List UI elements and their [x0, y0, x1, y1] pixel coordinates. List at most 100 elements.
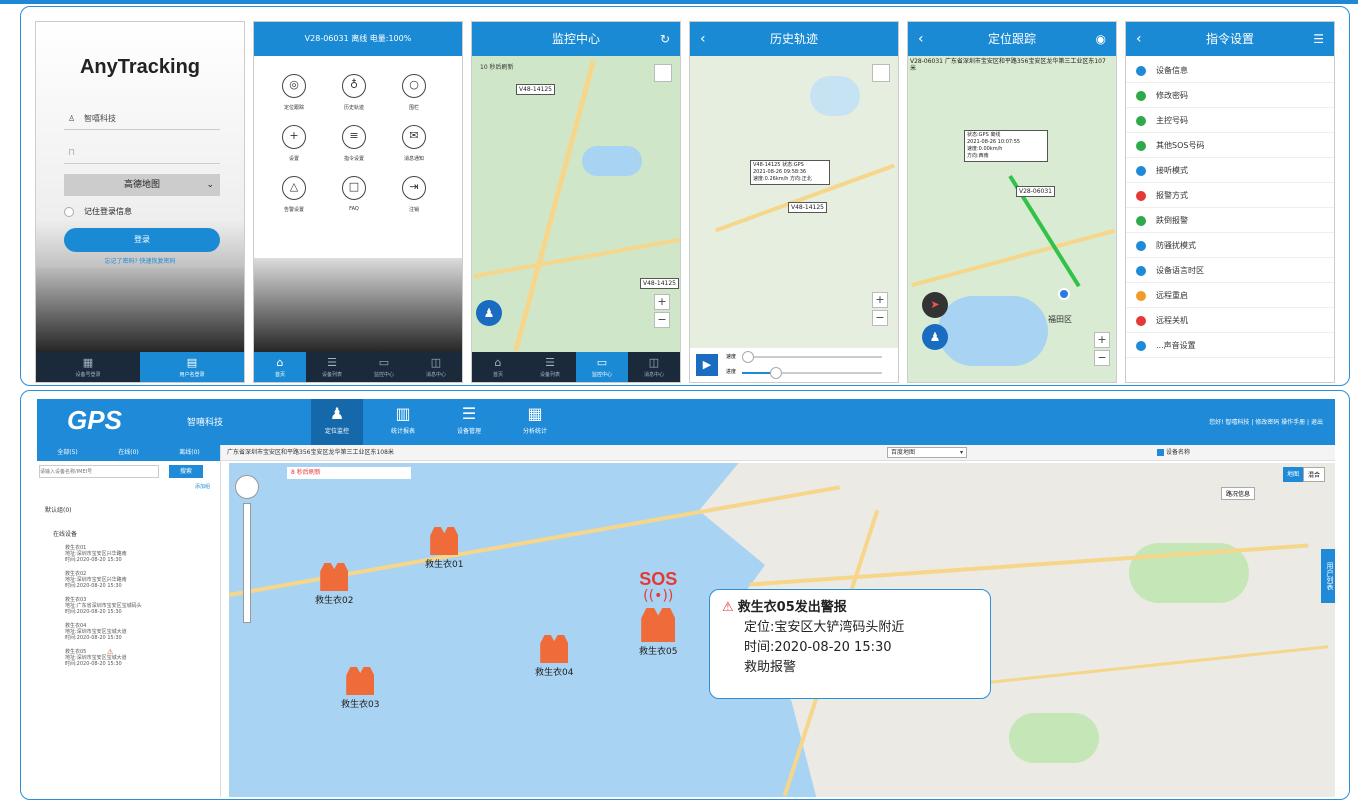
command-item[interactable]: 接听模式 — [1126, 158, 1334, 183]
list-item[interactable]: 救生衣05 地址:深圳市宝安区宝城大道 时间:2020-08-20 15:30 ⚠ — [37, 649, 220, 668]
nav-messages[interactable]: ◫ 消息中心 — [628, 352, 680, 382]
password-field[interactable]: ⊓ — [64, 142, 220, 164]
command-item[interactable]: ...声音设置 — [1126, 333, 1334, 358]
vest-marker-02[interactable]: 救生衣02 — [315, 563, 353, 606]
tile-messages[interactable]: ✉ 消息通知 — [384, 125, 444, 162]
nav-device-login[interactable]: ▦ 设备号登录 — [36, 352, 140, 382]
tile-alarm[interactable]: △ 告警设置 — [264, 176, 324, 213]
sos-alert-popup[interactable]: ⚠ 救生衣05发出警报 定位:宝安区大铲湾码头附近 时间:2020-08-20 1… — [709, 589, 991, 699]
username-field[interactable]: ♙ 智嘻科技 — [64, 108, 220, 130]
login-button[interactable]: 登录 — [64, 228, 220, 252]
refresh-icon[interactable]: ↻ — [660, 22, 670, 56]
tile-settings[interactable]: + 设置 — [264, 125, 324, 162]
header-user-links[interactable]: 您好! 智嘻科技 | 修改密码 操作手册 | 退出 — [1209, 417, 1323, 426]
remember-checkbox[interactable]: 记住登录信息 — [64, 206, 132, 217]
tile-locate[interactable]: ◎ 定位跟踪 — [264, 74, 324, 111]
nav-user-login[interactable]: ▤ 用户名登录 — [140, 352, 244, 382]
list-item[interactable]: 救生衣02 地址:深圳市宝安区兴华路南 时间:2020-08-20 15:30 — [37, 571, 220, 589]
zoom-out-button[interactable]: − — [872, 310, 888, 326]
tab-all[interactable]: 全部(5) — [57, 445, 78, 461]
command-item[interactable]: 设备语言时区 — [1126, 258, 1334, 283]
hybrid-button[interactable]: 混合 — [1302, 467, 1325, 482]
layers-button[interactable] — [654, 64, 672, 82]
slider-handle[interactable] — [770, 367, 782, 379]
search-button[interactable]: 搜索 — [169, 465, 203, 478]
device-time: 时间:2020-08-20 15:30 — [65, 635, 122, 641]
command-item[interactable]: 防骚扰模式 — [1126, 233, 1334, 258]
command-item[interactable]: 设备信息 — [1126, 58, 1334, 83]
eye-icon[interactable]: ◉ — [1096, 22, 1106, 56]
people-icon[interactable]: ♟ — [476, 300, 502, 326]
track-map[interactable]: V28-06031 广东省深圳市宝安区和平路356宝安区龙华第三工业区东107米… — [908, 56, 1116, 382]
nav-reports[interactable]: ▥ 统计报表 — [377, 399, 429, 445]
nav-devices[interactable]: ☰ 设备列表 — [524, 352, 576, 382]
command-item[interactable]: 远程重启 — [1126, 283, 1334, 308]
menu-icon[interactable]: ☰ — [1313, 22, 1324, 56]
group-label[interactable]: 默认组(0) — [45, 505, 72, 514]
compass-icon[interactable]: ➤ — [922, 292, 948, 318]
show-names-toggle[interactable]: 设备名称 — [1157, 445, 1190, 461]
vest-marker-01[interactable]: 救生衣01 — [425, 527, 463, 570]
progress-slider[interactable] — [742, 367, 882, 379]
nav-home[interactable]: ⌂ 首页 — [472, 352, 524, 382]
speed-slider[interactable] — [742, 351, 882, 363]
play-button[interactable]: ▶ — [696, 354, 718, 376]
layers-button[interactable] — [872, 64, 890, 82]
zoom-in-button[interactable]: + — [872, 292, 888, 308]
map-button[interactable]: 地图 — [1282, 467, 1303, 482]
monitor-map[interactable]: 10 秒后刷新 V48-14125 V48-14125 + − ♟ — [472, 56, 680, 352]
device-marker[interactable]: V48-14125 — [788, 202, 827, 213]
back-icon[interactable]: ‹ — [700, 22, 706, 56]
command-item[interactable]: 远程关机 — [1126, 308, 1334, 333]
nav-devices[interactable]: ☰ 设备列表 — [306, 352, 358, 382]
zoom-out-button[interactable]: − — [1094, 350, 1110, 366]
nav-monitor[interactable]: ▭ 监控中心 — [576, 352, 628, 382]
nav-location-monitor[interactable]: ♟ 定位监控 — [311, 399, 363, 445]
nav-device-management[interactable]: ☰ 设备管理 — [443, 399, 495, 445]
pan-control[interactable] — [235, 475, 259, 499]
command-item[interactable]: 主控号码 — [1126, 108, 1334, 133]
map-type-select[interactable]: 百度地图 ▾ — [887, 447, 967, 458]
add-group-link[interactable]: 添加组 — [195, 483, 210, 490]
back-icon[interactable]: ‹ — [1136, 22, 1142, 56]
command-item[interactable]: 跌倒报警 — [1126, 208, 1334, 233]
device-marker[interactable]: V28-06031 — [1016, 186, 1055, 197]
vest-marker-03[interactable]: 救生衣03 — [341, 667, 379, 710]
gps-logo: GPS — [67, 405, 122, 435]
device-marker[interactable]: V48-14125 — [516, 84, 555, 95]
vest-marker-04[interactable]: 救生衣04 — [535, 635, 573, 678]
alert-title: 救生衣05发出警报 — [737, 600, 847, 615]
back-icon[interactable]: ‹ — [918, 22, 924, 56]
nav-analytics[interactable]: ▦ 分析统计 — [509, 399, 561, 445]
zoom-in-button[interactable]: + — [1094, 332, 1110, 348]
tile-history[interactable]: ♁ 历史轨迹 — [324, 74, 384, 111]
nav-home[interactable]: ⌂ 首页 — [254, 352, 306, 382]
vest-marker-05[interactable]: SOS ((•)) 救生衣05 — [639, 569, 677, 657]
user-list-tab[interactable]: 用户列表 — [1321, 549, 1335, 603]
tab-online[interactable]: 在线(0) — [118, 445, 139, 461]
zoom-slider[interactable] — [243, 503, 251, 623]
zoom-out-button[interactable]: − — [654, 312, 670, 328]
command-item[interactable]: 修改密码 — [1126, 83, 1334, 108]
command-item[interactable]: 其他SOS号码 — [1126, 133, 1334, 158]
list-item[interactable]: 救生衣03 地址:广东省深圳市宝安区宝城码头 时间:2020-08-20 15:30 — [37, 597, 220, 615]
tile-logout[interactable]: ⇥ 注销 — [384, 176, 444, 213]
list-item[interactable]: 救生衣04 地址:深圳市宝安区宝城大道 时间:2020-08-20 15:30 — [37, 623, 220, 641]
nav-messages[interactable]: ◫ 消息中心 — [410, 352, 462, 382]
search-input[interactable] — [39, 465, 159, 478]
people-icon[interactable]: ♟ — [922, 324, 948, 350]
nav-monitor[interactable]: ▭ 监控中心 — [358, 352, 410, 382]
device-marker[interactable]: V48-14125 — [640, 278, 679, 289]
tile-faq[interactable]: □ FAQ — [324, 176, 384, 213]
tile-fence[interactable]: ○ 围栏 — [384, 74, 444, 111]
command-item[interactable]: 报警方式 — [1126, 183, 1334, 208]
traffic-button[interactable]: 路况信息 — [1220, 487, 1255, 500]
map-select[interactable]: 高德地图 ⌄ — [64, 174, 220, 196]
history-map[interactable]: V48-14125 状态:GPS 2021-08-26 09:58:36 速度:0.… — [690, 56, 898, 348]
tile-commands[interactable]: ≡ 指令设置 — [324, 125, 384, 162]
list-item[interactable]: 救生衣01 地址:深圳市宝安区兴华路南 时间:2020-08-20 15:30 — [37, 545, 220, 563]
forgot-link[interactable]: 忘记了密码? 快速恢复密码 — [36, 256, 244, 265]
slider-handle[interactable] — [742, 351, 754, 363]
tab-offline[interactable]: 离线(0) — [179, 445, 200, 461]
zoom-in-button[interactable]: + — [654, 294, 670, 310]
